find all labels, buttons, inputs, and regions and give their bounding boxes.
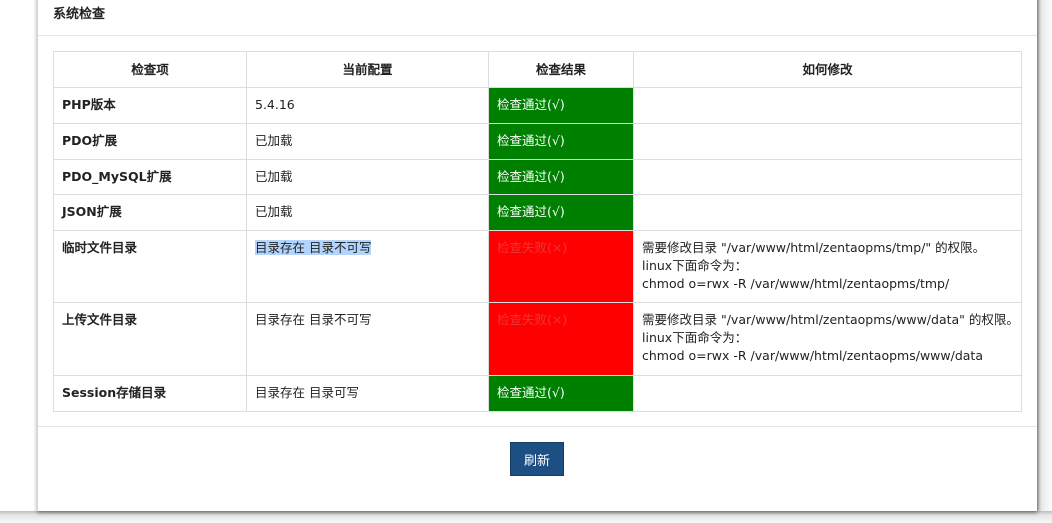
check-result-pass: 检查通过(√) [488,159,634,195]
backdrop-shadow-bottom [0,511,1052,523]
check-result-pass: 检查通过(√) [488,194,634,231]
fix-line: linux下面命令为： [642,330,748,345]
fix-instructions: 需要修改目录 "/var/www/html/zentaopms/tmp/" 的权… [633,230,1022,303]
footer-divider [38,426,1037,427]
fix-instructions [633,87,1022,124]
refresh-button[interactable]: 刷新 [510,442,564,476]
fix-instructions [633,375,1022,412]
current-config: 已加载 [246,159,489,195]
fix-instructions: 需要修改目录 "/var/www/html/zentaopms/www/data… [633,302,1022,376]
current-config: 已加载 [246,123,489,160]
check-item: JSON扩展 [53,194,247,231]
current-config: 已加载 [246,194,489,231]
table-row: 上传文件目录 目录存在 目录不可写 检查失败(×) 需要修改目录 "/var/w… [53,302,1022,376]
backdrop-shadow-right [1036,0,1052,523]
check-result-fail: 检查失败(×) [488,302,634,376]
check-item: PDO_MySQL扩展 [53,159,247,195]
fix-instructions [633,123,1022,160]
check-result-pass: 检查通过(√) [488,123,634,160]
selected-config-text: 目录存在 目录不可写 [255,240,372,255]
fix-line: 需要修改目录 "/var/www/html/zentaopms/tmp/" 的权… [642,240,986,255]
fix-line: linux下面命令为： [642,258,748,273]
table-row: PDO_MySQL扩展 已加载 检查通过(√) [53,159,1022,195]
table-row: PHP版本 5.4.16 检查通过(√) [53,87,1022,124]
current-config: 目录存在 目录不可写 [246,302,489,376]
check-result-pass: 检查通过(√) [488,375,634,412]
table-row: JSON扩展 已加载 检查通过(√) [53,194,1022,231]
fix-instructions [633,194,1022,231]
system-check-panel: 系统检查 检查项 当前配置 检查结果 如何修改 PHP版本 5.4.16 检查通… [37,0,1037,511]
check-item: 上传文件目录 [53,302,247,376]
check-item: PHP版本 [53,87,247,124]
table-row: 临时文件目录 目录存在 目录不可写 检查失败(×) 需要修改目录 "/var/w… [53,230,1022,303]
current-config: 目录存在 目录可写 [246,375,489,412]
column-header-fix: 如何修改 [633,51,1022,88]
column-header-result: 检查结果 [488,51,634,88]
fix-command: chmod o=rwx -R /var/www/html/zentaopms/w… [642,348,983,363]
current-config: 目录存在 目录不可写 [246,230,489,303]
title-divider [38,35,1037,36]
check-item: 临时文件目录 [53,230,247,303]
table-header-row: 检查项 当前配置 检查结果 如何修改 [53,51,1022,88]
check-table: 检查项 当前配置 检查结果 如何修改 PHP版本 5.4.16 检查通过(√) … [53,51,1022,412]
fix-command: chmod o=rwx -R /var/www/html/zentaopms/t… [642,276,950,291]
table-row: PDO扩展 已加载 检查通过(√) [53,123,1022,160]
fix-instructions [633,159,1022,195]
panel-title: 系统检查 [53,7,106,22]
check-item: PDO扩展 [53,123,247,160]
current-config: 5.4.16 [246,87,489,124]
check-item: Session存储目录 [53,375,247,412]
column-header-config: 当前配置 [246,51,489,88]
column-header-item: 检查项 [53,51,247,88]
fix-line: 需要修改目录 "/var/www/html/zentaopms/www/data… [642,312,1019,327]
table-row: Session存储目录 目录存在 目录可写 检查通过(√) [53,375,1022,412]
check-result-fail: 检查失败(×) [488,230,634,303]
check-result-pass: 检查通过(√) [488,87,634,124]
